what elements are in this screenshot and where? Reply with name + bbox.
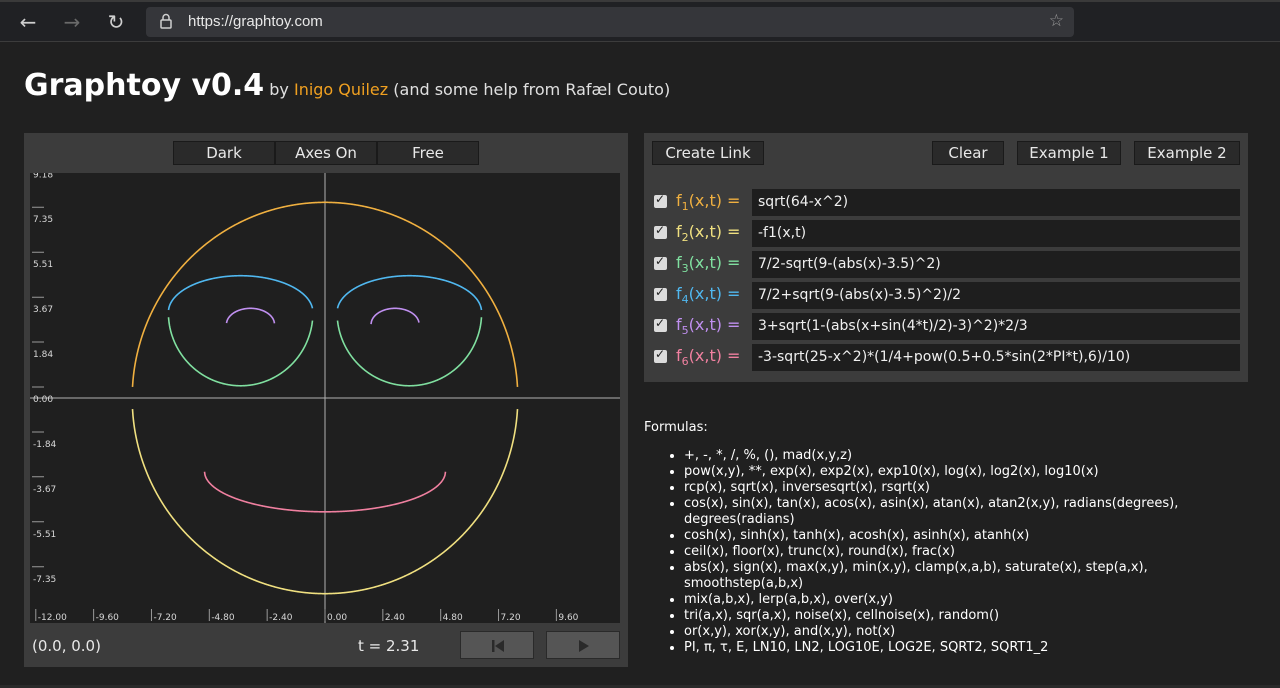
function-checkbox-1[interactable] xyxy=(654,192,667,208)
x-tick-label: 2.40 xyxy=(385,613,405,623)
formulas-help: Formulas: +, -, *, /, %, (), mad(x,y,z)p… xyxy=(644,420,1178,655)
create-link-button[interactable]: Create Link xyxy=(652,141,764,165)
function-checkbox-6[interactable] xyxy=(654,347,667,363)
function-checkbox-2[interactable] xyxy=(654,223,667,239)
reload-icon[interactable]: ↻ xyxy=(102,8,130,36)
x-tick-label: 9.60 xyxy=(558,613,578,623)
x-tick-label: 7.20 xyxy=(501,613,521,623)
x-tick-label: 4.80 xyxy=(443,613,463,623)
time-readout: t = 2.31 xyxy=(358,637,420,655)
by-text: by xyxy=(269,80,289,99)
coordinate-readout: (0.0, 0.0) xyxy=(32,637,101,655)
function-row-5: f5(x,t) = 3+sqrt(1-(abs(x+sin(4*t)/2)-3)^… xyxy=(654,313,1240,341)
y-tick-label: 9.18 xyxy=(33,173,53,180)
formula-item-4: cos(x), sin(x), tan(x), acos(x), asin(x)… xyxy=(684,496,1206,528)
formula-item-5: cosh(x), sinh(x), tanh(x), acosh(x), asi… xyxy=(684,528,1206,544)
formula-item-8: mix(a,b,x), lerp(a,b,x), over(x,y) xyxy=(684,592,1206,608)
function-input-1[interactable]: sqrt(64-x^2) xyxy=(752,189,1240,216)
bookmark-star-icon[interactable]: ☆ xyxy=(1049,11,1064,31)
function-label-3: f3(x,t) = xyxy=(676,253,741,276)
function-checkbox-3[interactable] xyxy=(654,254,667,270)
credit-text: (and some help from Rafæl Couto) xyxy=(393,80,671,99)
formulas-list: +, -, *, /, %, (), mad(x,y,z)pow(x,y), *… xyxy=(666,448,1206,656)
x-tick-label: -2.40 xyxy=(269,613,293,623)
function-row-1: f1(x,t) = sqrt(64-x^2) xyxy=(654,189,1240,217)
function-label-4: f4(x,t) = xyxy=(676,284,741,307)
example2-button[interactable]: Example 2 xyxy=(1134,141,1240,165)
function-row-2: f2(x,t) = -f1(x,t) xyxy=(654,220,1240,248)
rewind-button[interactable] xyxy=(460,631,534,659)
function-row-6: f6(x,t) = -3-sqrt(25-x^2)*(1/4+pow(0.5+0.… xyxy=(654,344,1240,372)
x-tick-label: -7.20 xyxy=(153,613,177,623)
example1-button[interactable]: Example 1 xyxy=(1017,141,1121,165)
y-tick-label: 7.35 xyxy=(33,215,53,225)
play-button[interactable] xyxy=(546,631,620,659)
function-checkbox-4[interactable] xyxy=(654,285,667,301)
url-text: https://graphtoy.com xyxy=(188,13,323,30)
page-header: Graphtoy v0.4 by Inigo Quilez (and some … xyxy=(24,68,670,103)
function-checkbox-5[interactable] xyxy=(654,316,667,332)
mode-button[interactable]: Free xyxy=(377,141,479,165)
function-curve-5 xyxy=(225,307,420,325)
formula-item-7: abs(x), sign(x), max(x,y), min(x,y), cla… xyxy=(684,560,1206,592)
page-title: Graphtoy v0.4 xyxy=(24,68,265,103)
theme-button[interactable]: Dark xyxy=(173,141,275,165)
function-input-5[interactable]: 3+sqrt(1-(abs(x+sin(4*t)/2)-3)^2)*2/3 xyxy=(752,313,1240,340)
function-row-3: f3(x,t) = 7/2-sqrt(9-(abs(x)-3.5)^2) xyxy=(654,251,1240,279)
formula-item-3: rcp(x), sqrt(x), inversesqrt(x), rsqrt(x… xyxy=(684,480,1206,496)
formulas-title: Formulas: xyxy=(644,420,708,435)
y-tick-label: 1.84 xyxy=(33,350,53,360)
formula-item-2: pow(x,y), **, exp(x), exp2(x), exp10(x),… xyxy=(684,464,1206,480)
skip-back-icon xyxy=(492,640,504,652)
y-tick-label: -3.67 xyxy=(33,485,56,495)
graph-canvas[interactable]: 9.18 7.35 5.51 3.67 1.84 0.00 -1.84 -3.67 -5.51 -… xyxy=(30,173,620,623)
formula-item-6: ceil(x), floor(x), trunc(x), round(x), f… xyxy=(684,544,1206,560)
back-arrow-icon[interactable]: ← xyxy=(14,8,42,36)
formula-item-11: PI, π, τ, E, LN10, LN2, LOG10E, LOG2E, S… xyxy=(684,640,1206,656)
y-tick-label: 0.00 xyxy=(33,395,53,405)
address-bar[interactable]: https://graphtoy.com ☆ xyxy=(146,7,1074,37)
x-tick-label: -4.80 xyxy=(211,613,235,623)
y-tick-label: -5.51 xyxy=(33,530,56,540)
formula-item-9: tri(a,x), sqr(a,x), noise(x), cellnoise(… xyxy=(684,608,1206,624)
formula-item-1: +, -, *, /, %, (), mad(x,y,z) xyxy=(684,448,1206,464)
graph-panel: Dark Axes On Free 9.18 7.35 5.51 3.67 1.84 0.… xyxy=(24,133,628,667)
function-input-2[interactable]: -f1(x,t) xyxy=(752,220,1240,247)
y-tick-label: 5.51 xyxy=(33,260,53,270)
function-label-6: f6(x,t) = xyxy=(676,346,741,369)
function-row-4: f4(x,t) = 7/2+sqrt(9-(abs(x)-3.5)^2)/2 xyxy=(654,282,1240,310)
x-tick-label: 0.00 xyxy=(327,613,347,623)
clear-button[interactable]: Clear xyxy=(932,141,1004,165)
function-label-2: f2(x,t) = xyxy=(676,222,741,245)
play-icon xyxy=(579,640,589,652)
y-tick-label: -1.84 xyxy=(33,440,57,450)
formula-item-10: or(x,y), xor(x,y), and(x,y), not(x) xyxy=(684,624,1206,640)
x-tick-label: -9.60 xyxy=(96,613,120,623)
y-tick-label: -7.35 xyxy=(33,575,56,585)
function-label-1: f1(x,t) = xyxy=(676,191,741,214)
function-input-3[interactable]: 7/2-sqrt(9-(abs(x)-3.5)^2) xyxy=(752,251,1240,278)
function-input-4[interactable]: 7/2+sqrt(9-(abs(x)-3.5)^2)/2 xyxy=(752,282,1240,309)
x-tick-label: -12.00 xyxy=(38,613,67,623)
axes-toggle-button[interactable]: Axes On xyxy=(275,141,377,165)
formula-panel: Create Link Clear Example 1 Example 2 f1… xyxy=(644,133,1248,382)
forward-arrow-icon[interactable]: → xyxy=(58,8,86,36)
y-tick-label: 3.67 xyxy=(33,305,53,315)
function-input-6[interactable]: -3-sqrt(25-x^2)*(1/4+pow(0.5+0.5*sin(2*P… xyxy=(752,344,1240,371)
lock-icon xyxy=(160,13,172,29)
browser-toolbar: ← → ↻ https://graphtoy.com ☆ xyxy=(0,2,1280,42)
author-link[interactable]: Inigo Quilez xyxy=(294,80,388,99)
function-label-5: f5(x,t) = xyxy=(676,315,741,338)
